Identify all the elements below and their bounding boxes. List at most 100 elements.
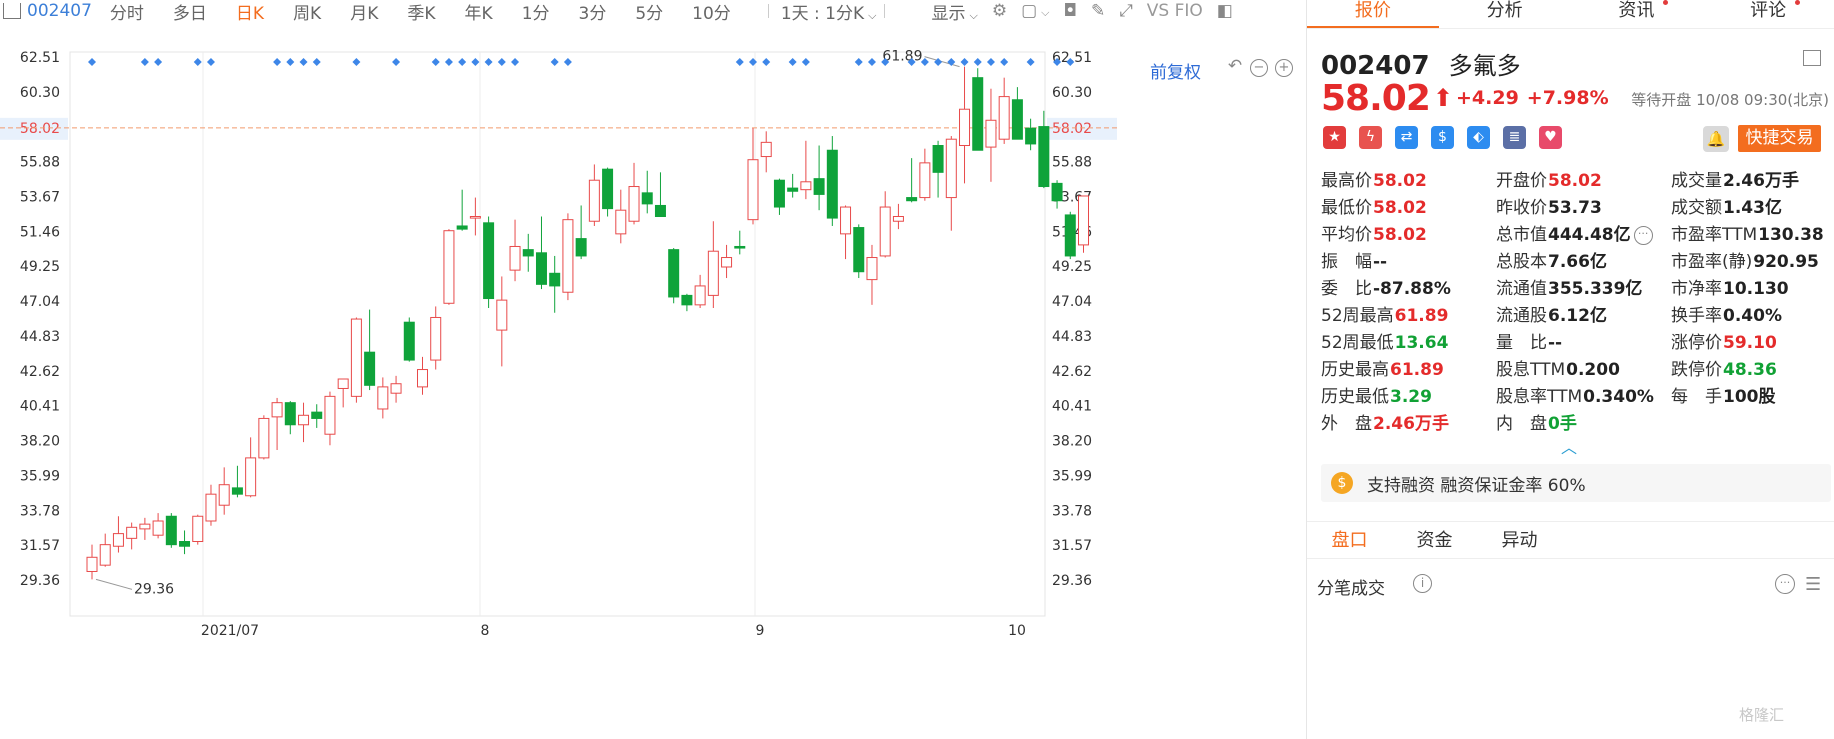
event-marker-icon [1026,58,1035,66]
quote-stat: 开盘价58.02 [1496,168,1671,195]
quote-stat [1671,411,1831,438]
x-axis-date-label: 8 [481,623,490,639]
candle-body [615,209,627,235]
quote-stat-value: 58.02 [1373,198,1427,218]
dollar-icon[interactable]: $ [1431,126,1454,149]
settings-icon[interactable]: ⚙ [992,1,1007,21]
panel-tab-label: 资讯 [1618,0,1655,21]
sub-tab[interactable]: 盘口 [1307,522,1392,558]
quote-stat-value: 2.46万手 [1723,171,1799,191]
sub-tab[interactable]: 资金 [1392,522,1477,558]
window-icon[interactable]: ▢ ⌵ [1021,1,1049,21]
fullscreen-icon[interactable]: ⤢ [1119,1,1133,21]
period-tab[interactable]: 3分 [579,0,607,23]
display-menu[interactable]: 显示 ⌵ [931,0,978,23]
panel-tab[interactable]: 分析 [1439,0,1571,28]
expand-chevron-icon[interactable]: ︿ [1561,434,1577,458]
pencil-icon[interactable]: ✎ [1091,1,1105,21]
period-tab[interactable]: 年K [465,0,493,23]
candle-body [139,523,151,530]
kline-chart[interactable]: 62.51 62.5160.30 60.3058.02 58.0255.88 55.88… [0,22,1306,739]
candle-body [721,257,733,268]
cn-flag-icon[interactable]: ★ [1323,126,1346,149]
quote-stat: 股息TTM0.200 [1496,357,1671,384]
chevron-down-icon: ⌵ [969,8,978,22]
candle-body [800,181,812,191]
period-tab[interactable]: 日K [236,0,264,23]
more-icon[interactable]: ··· [1775,574,1795,594]
event-marker-icon [497,58,506,66]
reset-icon[interactable]: ↶ [1226,58,1244,77]
candle-body [1051,182,1063,202]
quote-stat: 委 比-87.88% [1321,276,1496,303]
period-tab[interactable]: 分时 [110,0,144,23]
chart-toolbar: 002407 分时 多日 日K 周K 月K 季K 年K 1分 3分 5分 10分 1天 : 1分K ⌵… [0,0,1306,22]
event-marker-icon [299,58,308,66]
quote-stat-label: 总市值 [1496,225,1547,245]
heart-icon[interactable]: ♥ [1539,126,1562,149]
sub-tabs: 盘口 资金 异动 [1307,521,1834,559]
quote-stat: 振 幅-- [1321,249,1496,276]
panel-tab[interactable]: 评论 [1702,0,1834,28]
stock-icon [3,3,21,19]
low-pointer [95,578,133,590]
candle-body [271,402,283,418]
adjust-fuquan-button[interactable]: 前复权 [1150,58,1201,83]
period-tab[interactable]: 周K [293,0,321,23]
candle-body [231,487,243,495]
lightning-icon[interactable]: ϟ [1359,126,1382,149]
event-marker-icon [140,58,149,66]
candle-body [892,216,904,222]
note-icon[interactable]: ≣ [1503,126,1526,149]
quick-trade-button[interactable]: 快捷交易 [1738,125,1821,152]
quote-stat: 总市值444.48亿 ··· [1496,222,1671,249]
plot-frame [69,51,1046,617]
candle-body [747,159,759,221]
info-icon[interactable]: i [1413,574,1432,593]
y-axis-label-right: 44.83 [1052,329,1092,345]
event-marker-icon [484,58,493,66]
panel-tab[interactable]: 报价 [1307,0,1439,28]
candle-body [773,179,785,208]
panel-tab[interactable]: 资讯 [1571,0,1703,28]
candle-body [430,316,442,361]
candle-body [945,138,957,199]
layout-toggle-icon[interactable] [1803,50,1821,66]
period-tab[interactable]: 季K [407,0,435,23]
sub-tab[interactable]: 异动 [1477,522,1562,558]
event-marker-icon [735,58,744,66]
event-marker-icon [973,58,982,66]
collapse-panel-icon[interactable]: ◧ [1217,1,1233,21]
period-tab[interactable]: 多日 [173,0,207,23]
quote-stat: 流通股6.12亿 [1496,303,1671,330]
quote-stat: 总股本7.66亿 [1496,249,1671,276]
y-axis-label-left: 42.62 [20,364,60,380]
quote-stat-value: 0手 [1548,414,1577,434]
tag-icon[interactable]: ⬖ [1467,126,1490,149]
toolbar-stock-code[interactable]: 002407 [27,1,92,21]
camera-icon[interactable]: ◘ [1063,1,1076,21]
candle-body [205,493,217,522]
y-axis-label-left: 33.78 [20,503,60,519]
event-marker-icon [1000,58,1009,66]
quote-stat: 昨收价53.73 [1496,195,1671,222]
event-marker-icon [206,58,215,66]
list-icon[interactable]: ☰ [1805,574,1821,595]
more-icon[interactable]: ··· [1633,225,1653,245]
period-tab[interactable]: 月K [350,0,378,23]
candle-body [826,149,838,219]
period-tab[interactable]: 10分 [692,0,731,23]
market-status: 等待开盘 10/08 09:30(北京) [1631,91,1829,109]
event-marker-icon [749,58,757,66]
bell-icon[interactable]: 🔔 [1703,126,1729,152]
period-tab[interactable]: 5分 [635,0,663,23]
quote-stat-value: 0.40% [1723,306,1782,326]
shuffle-icon[interactable]: ⇄ [1395,126,1418,149]
quote-stat: 换手率0.40% [1671,303,1831,330]
candle-body [179,541,191,547]
interval-select[interactable]: 1天 : 1分K ⌵ [781,0,877,23]
zoom-out-icon[interactable]: − [1250,59,1268,77]
zoom-in-icon[interactable]: + [1275,59,1293,77]
period-tab[interactable]: 1分 [522,0,550,23]
indicator-compare[interactable]: VS FIO [1147,1,1203,21]
